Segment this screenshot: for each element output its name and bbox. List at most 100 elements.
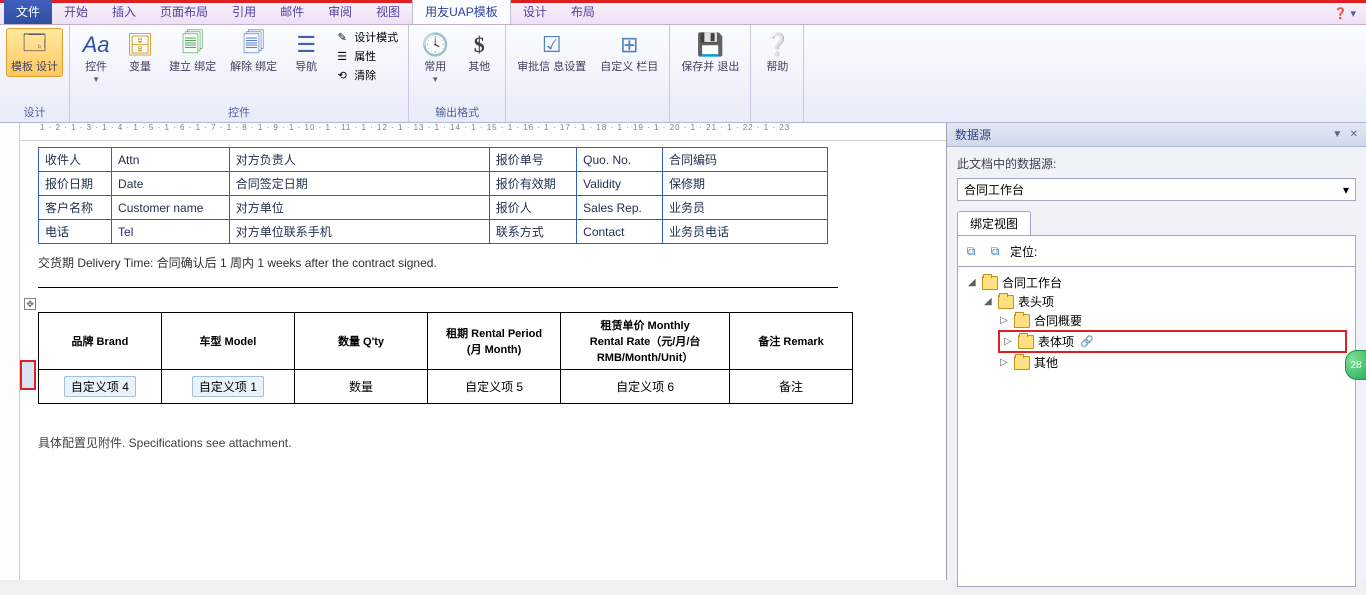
- info-table[interactable]: 收件人 Attn 对方负责人 报价单号 Quo. No. 合同编码 报价日期 D…: [38, 147, 828, 244]
- clear-button[interactable]: ⟲清除: [330, 66, 402, 84]
- cell[interactable]: 联系方式: [489, 220, 576, 244]
- cell[interactable]: 客户名称: [39, 196, 112, 220]
- cell[interactable]: 业务员: [663, 196, 828, 220]
- th-brand: 品牌 Brand: [39, 313, 162, 370]
- cell[interactable]: Sales Rep.: [577, 196, 663, 220]
- cell[interactable]: 对方负责人: [229, 148, 489, 172]
- bind-create-button[interactable]: 🗐 建立 绑定: [164, 28, 221, 77]
- design-mode-button[interactable]: ✎设计模式: [330, 28, 402, 46]
- menu-layout[interactable]: 布局: [559, 0, 607, 24]
- help-circle-icon: ❔: [763, 31, 791, 59]
- custom-icon: ⊞: [615, 31, 643, 59]
- clock-icon: 🕓: [421, 31, 449, 59]
- cell[interactable]: Validity: [577, 172, 663, 196]
- menu-page-layout[interactable]: 页面布局: [148, 0, 220, 24]
- td-rate[interactable]: 自定义项 6: [561, 370, 730, 404]
- tree-icon-1[interactable]: ⧉: [962, 242, 980, 260]
- cell[interactable]: 合同签定日期: [229, 172, 489, 196]
- footer-text: 具体配置见附件. Specifications see attachment.: [38, 434, 880, 451]
- td-qty[interactable]: 数量: [294, 370, 427, 404]
- format-other-button[interactable]: $ 其他: [459, 28, 499, 77]
- menu-home[interactable]: 开始: [52, 0, 100, 24]
- tree-other[interactable]: ▷ 其他: [998, 353, 1347, 372]
- tree-body-highlight[interactable]: ▷ 表体项 🔗: [998, 330, 1347, 353]
- save-exit-button[interactable]: 💾 保存并 退出: [676, 28, 744, 77]
- cell[interactable]: 报价有效期: [489, 172, 576, 196]
- cell[interactable]: 报价单号: [489, 148, 576, 172]
- datasource-select[interactable]: 合同工作台▾: [957, 178, 1356, 201]
- cell[interactable]: 业务员电话: [663, 220, 828, 244]
- twisty-icon[interactable]: ▷: [1000, 357, 1010, 368]
- pane-close-icon[interactable]: ✕: [1350, 129, 1358, 140]
- row-selector-highlight[interactable]: [20, 360, 36, 390]
- variable-button[interactable]: 🗄 变量: [120, 28, 160, 77]
- custom-column-button[interactable]: ⊞ 自定义 栏目: [595, 28, 663, 77]
- cell[interactable]: Contact: [577, 220, 663, 244]
- datasource-toolbar: ⧉ ⧉ 定位:: [957, 236, 1356, 267]
- cell[interactable]: 合同编码: [663, 148, 828, 172]
- twisty-icon[interactable]: ◢: [968, 277, 978, 288]
- cell[interactable]: 对方单位: [229, 196, 489, 220]
- menu-uap-template[interactable]: 用友UAP模板: [412, 0, 511, 24]
- twisty-icon[interactable]: ▷: [1004, 336, 1014, 347]
- cell[interactable]: 报价日期: [39, 172, 112, 196]
- folder-icon: [982, 276, 998, 290]
- td-period[interactable]: 自定义项 5: [428, 370, 561, 404]
- td-model[interactable]: 自定义项 1: [161, 370, 294, 404]
- td-remark[interactable]: 备注: [730, 370, 853, 404]
- td-brand[interactable]: 自定义项 4: [39, 370, 162, 404]
- cell[interactable]: Attn: [112, 148, 230, 172]
- tree-header[interactable]: ◢ 表头项: [982, 292, 1347, 311]
- cell[interactable]: Quo. No.: [577, 148, 663, 172]
- menu-file[interactable]: 文件: [4, 0, 52, 24]
- bind-remove-icon: 🗐: [240, 31, 268, 59]
- cell[interactable]: Date: [112, 172, 230, 196]
- cell[interactable]: 电话: [39, 220, 112, 244]
- document-scroll[interactable]: 收件人 Attn 对方负责人 报价单号 Quo. No. 合同编码 报价日期 D…: [20, 141, 946, 580]
- detail-table[interactable]: 品牌 Brand 车型 Model 数量 Q'ty 租期 Rental Peri…: [38, 312, 853, 404]
- edge-badge[interactable]: 28: [1345, 350, 1366, 380]
- twisty-icon[interactable]: ◢: [984, 296, 994, 307]
- menubar: 文件 开始 插入 页面布局 引用 邮件 审阅 视图 用友UAP模板 设计 布局 …: [0, 3, 1366, 25]
- menu-references[interactable]: 引用: [220, 0, 268, 24]
- help-button[interactable]: ❔ 帮助: [757, 28, 797, 77]
- control-font-button[interactable]: Aa 控件 ▼: [76, 28, 116, 87]
- tree-root[interactable]: ◢ 合同工作台: [966, 273, 1347, 292]
- menu-view[interactable]: 视图: [364, 0, 412, 24]
- th-rate: 租赁单价 Monthly Rental Rate（元/月/台 RMB/Month…: [561, 313, 730, 370]
- help-icon[interactable]: ❓ ▾: [1324, 3, 1366, 24]
- approve-info-button[interactable]: ☑ 审批信 息设置: [512, 28, 591, 77]
- th-qty: 数量 Q'ty: [294, 313, 427, 370]
- menu-mail[interactable]: 邮件: [268, 0, 316, 24]
- dollar-icon: $: [465, 31, 493, 59]
- property-button[interactable]: ☰属性: [330, 47, 402, 65]
- bind-create-icon: 🗐: [179, 31, 207, 59]
- datasource-tree[interactable]: ◢ 合同工作台 ◢ 表头项 ▷ 合同概要 ▷ 表体项: [957, 267, 1356, 587]
- format-common-button[interactable]: 🕓 常用 ▼: [415, 28, 455, 87]
- cell[interactable]: Tel: [112, 220, 230, 244]
- cell[interactable]: 保修期: [663, 172, 828, 196]
- property-icon: ☰: [334, 48, 350, 64]
- group-format-label: 输出格式: [415, 103, 499, 121]
- divider: [38, 287, 838, 288]
- twisty-icon[interactable]: ▷: [1000, 315, 1010, 326]
- menu-review[interactable]: 审阅: [316, 0, 364, 24]
- clear-icon: ⟲: [334, 67, 350, 83]
- table-move-handle[interactable]: ✥: [24, 298, 36, 310]
- menu-insert[interactable]: 插入: [100, 0, 148, 24]
- menu-design[interactable]: 设计: [511, 0, 559, 24]
- template-design-button[interactable]: 🗔 模板 设计: [6, 28, 63, 77]
- nav-icon: ☰: [292, 31, 320, 59]
- cell[interactable]: 对方单位联系手机: [229, 220, 489, 244]
- bind-remove-button[interactable]: 🗐 解除 绑定: [225, 28, 282, 77]
- cell[interactable]: 收件人: [39, 148, 112, 172]
- nav-button[interactable]: ☰ 导航: [286, 28, 326, 77]
- document-page: 收件人 Attn 对方负责人 报价单号 Quo. No. 合同编码 报价日期 D…: [20, 141, 900, 531]
- cell[interactable]: 报价人: [489, 196, 576, 220]
- approve-icon: ☑: [538, 31, 566, 59]
- pane-pin-icon[interactable]: ▼: [1332, 129, 1342, 140]
- bind-view-tab[interactable]: 绑定视图: [957, 211, 1031, 235]
- tree-icon-2[interactable]: ⧉: [986, 242, 1004, 260]
- cell[interactable]: Customer name: [112, 196, 230, 220]
- tree-summary[interactable]: ▷ 合同概要: [998, 311, 1347, 330]
